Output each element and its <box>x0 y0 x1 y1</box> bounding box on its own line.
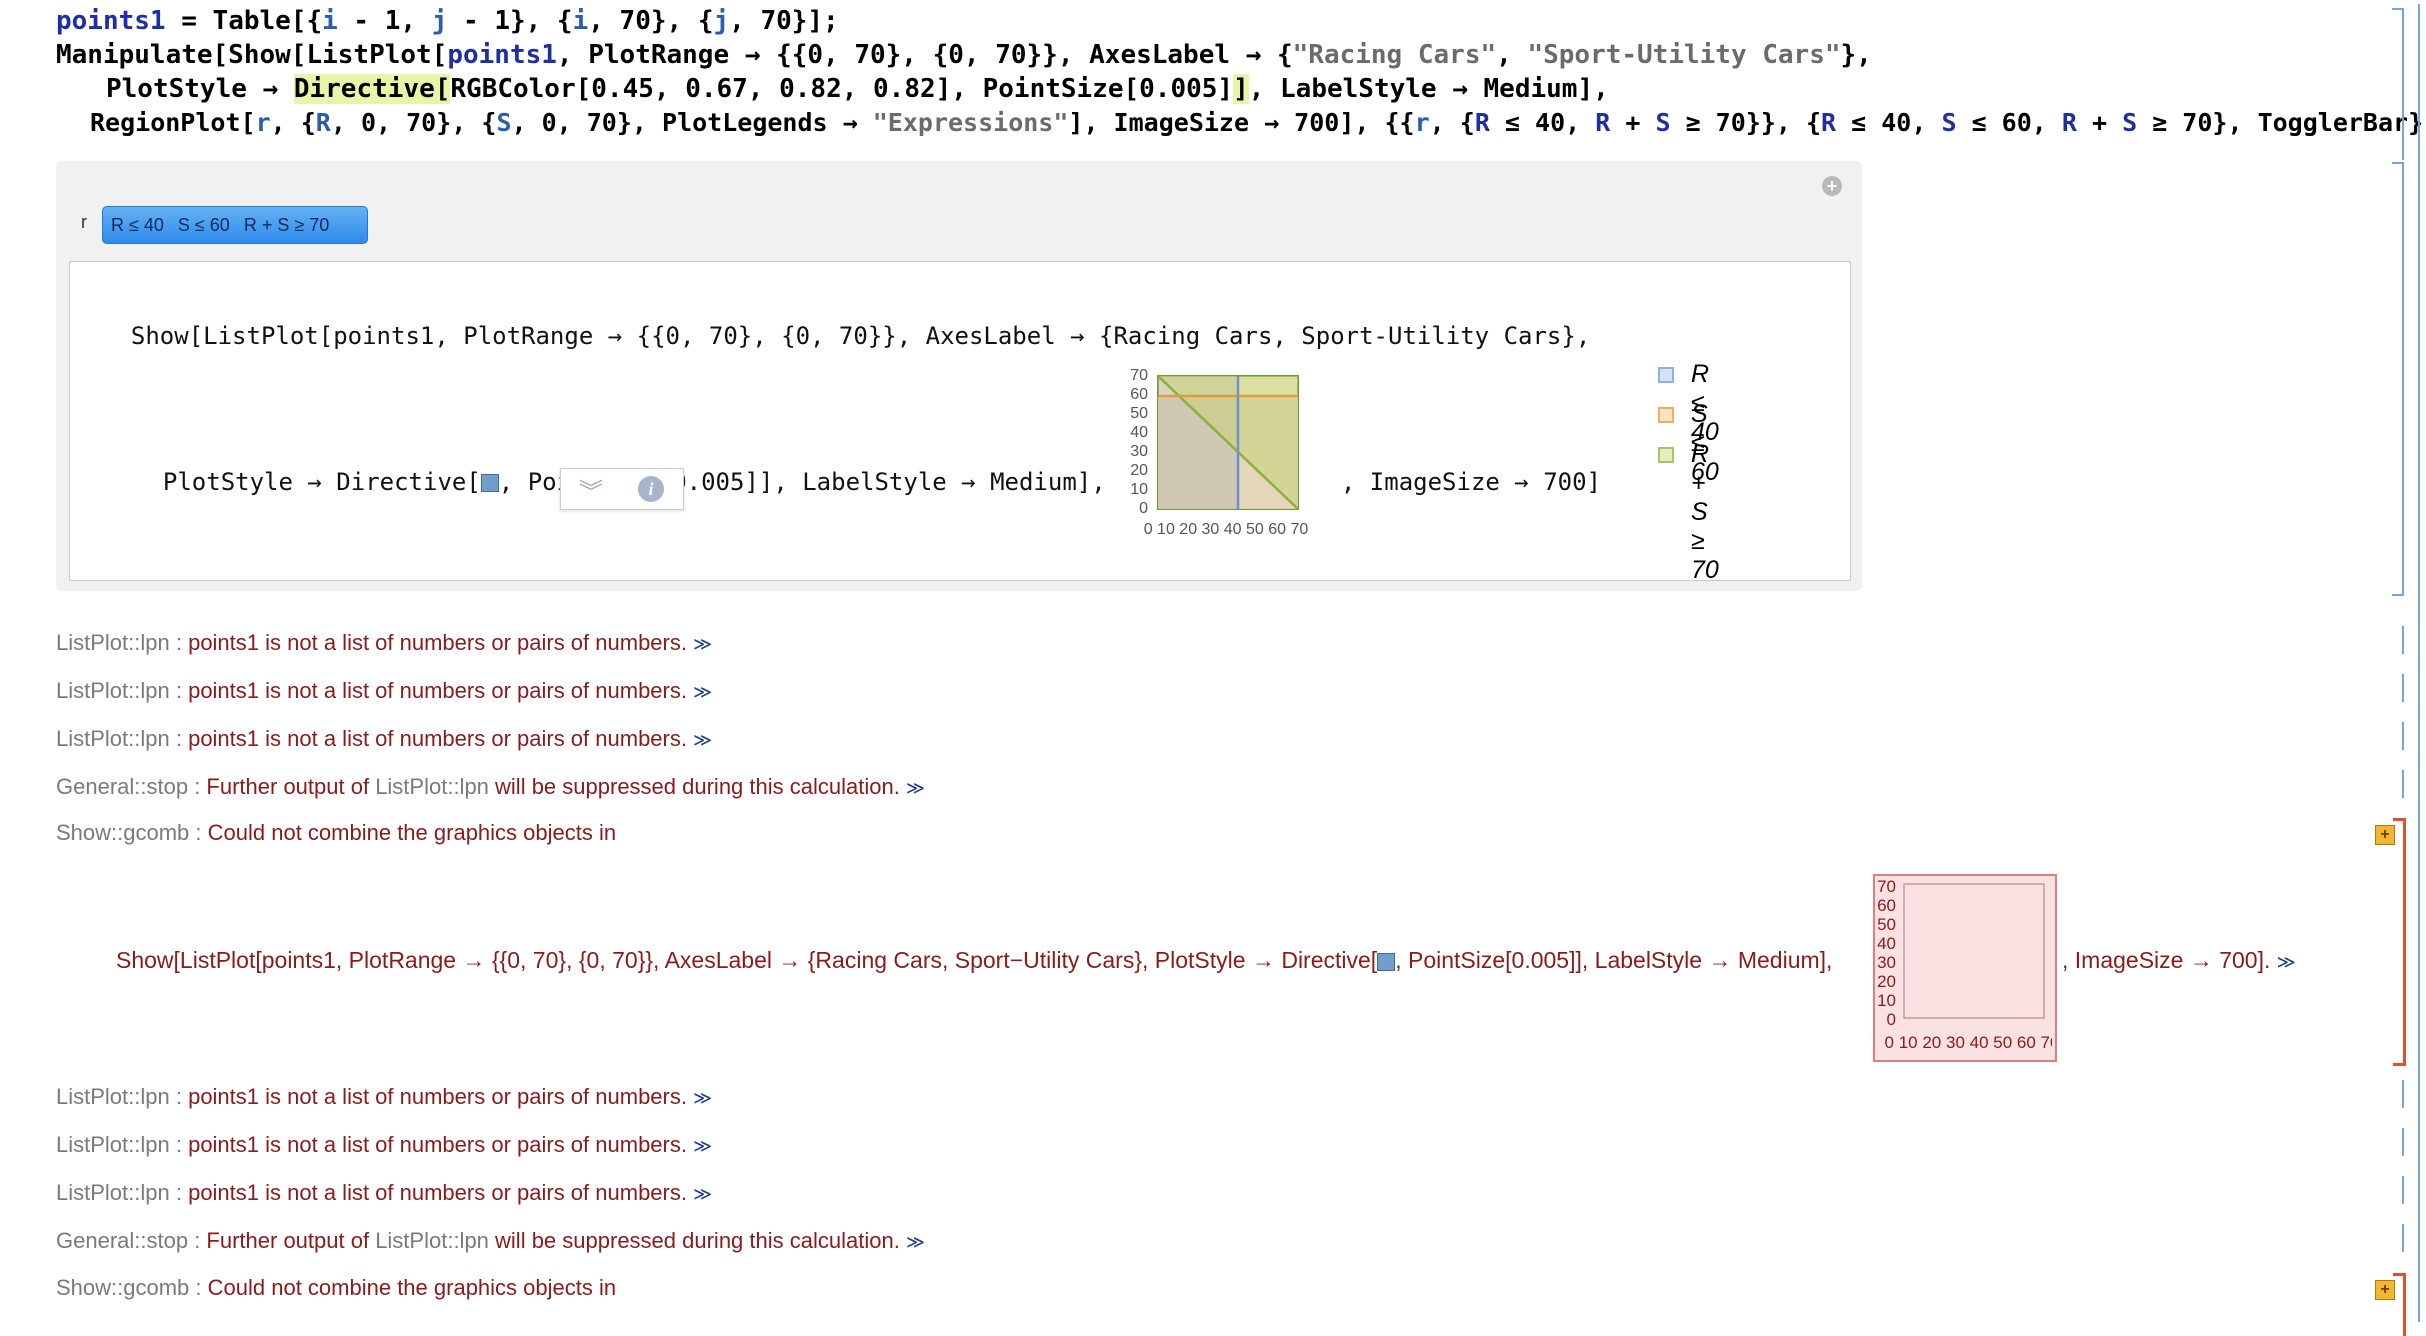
message-lpn-3: ListPlot::lpn : points1 is not a list of… <box>56 726 712 751</box>
err-y-tick-60: 60 <box>1877 896 1896 915</box>
manipulate-options-icon[interactable]: + <box>1822 176 1842 196</box>
error-cell-bracket[interactable] <box>2393 818 2406 1066</box>
legend-swatch-orange <box>1658 407 1674 423</box>
output-line-1: Show[ListPlot[points1, PlotRange → {{0, … <box>130 322 1591 350</box>
x-ticks: 0 10 20 30 40 50 60 70 <box>1144 521 1309 538</box>
more-info-icon[interactable]: ≫ <box>693 634 712 654</box>
message-cell-bracket[interactable] <box>2386 722 2404 750</box>
toggler-bar[interactable]: R ≤ 40 S ≤ 60 R + S ≥ 70 <box>102 206 368 244</box>
expand-cell-icon[interactable]: + <box>2375 825 2395 845</box>
toggle-r-plus-s-ge-70[interactable]: R + S ≥ 70 <box>244 215 329 236</box>
error-expression-end: , ImageSize → 700]. ≫ <box>2062 947 2296 973</box>
y-tick-40: 40 <box>1130 424 1148 441</box>
more-info-icon[interactable]: ≫ <box>906 1232 925 1252</box>
info-icon[interactable]: i <box>621 476 681 502</box>
cell-bracket-input[interactable] <box>2392 8 2404 160</box>
error-cell-bracket[interactable] <box>2393 1273 2406 1336</box>
more-info-icon[interactable]: ≫ <box>693 1184 712 1204</box>
y-tick-20: 20 <box>1130 462 1148 479</box>
message-cell-bracket[interactable] <box>2386 1176 2404 1204</box>
region-plot: 70 60 50 40 30 20 10 0 0 10 20 30 40 50 … <box>1130 367 1309 538</box>
y-tick-30: 30 <box>1130 443 1148 460</box>
more-info-icon[interactable]: ≫ <box>693 682 712 702</box>
cell-bracket-output[interactable] <box>2392 162 2404 596</box>
input-line-1[interactable]: points1 = Table[{i - 1, j - 1}, {i, 70},… <box>56 4 839 38</box>
error-expression: Show[ListPlot[points1, PlotRange → {{0, … <box>116 947 1833 973</box>
more-info-icon[interactable]: ≫ <box>693 730 712 750</box>
message-cell-bracket[interactable] <box>2386 1080 2404 1108</box>
chevron-down-icon[interactable]: ︾ <box>561 472 621 507</box>
message-lpn-2: ListPlot::lpn : points1 is not a list of… <box>56 678 712 703</box>
legend-swatch-blue <box>1658 367 1674 383</box>
more-info-icon[interactable]: ≫ <box>906 778 925 798</box>
input-line-3[interactable]: PlotStyle → Directive[RGBColor[0.45, 0.6… <box>106 72 1609 106</box>
more-info-icon[interactable]: ≫ <box>693 1088 712 1108</box>
rgbcolor-swatch <box>480 474 499 492</box>
err-y-tick-50: 50 <box>1877 915 1896 934</box>
input-line-4[interactable]: RegionPlot[r, {R, 0, 70}, {S, 0, 70}, Pl… <box>90 106 2426 140</box>
y-tick-10: 10 <box>1130 481 1148 498</box>
input-line-2[interactable]: Manipulate[Show[ListPlot[points1, PlotRa… <box>56 38 1872 72</box>
message-lpn-4: ListPlot::lpn : points1 is not a list of… <box>56 1084 712 1109</box>
message-general-stop-1: General::stop : Further output of ListPl… <box>56 774 925 799</box>
y-tick-70: 70 <box>1130 367 1148 384</box>
expand-cell-icon[interactable]: + <box>2375 1280 2395 1300</box>
err-y-tick-70: 70 <box>1877 877 1896 896</box>
message-lpn-5: ListPlot::lpn : points1 is not a list of… <box>56 1132 712 1157</box>
message-gcomb-1: Show::gcomb : Could not combine the grap… <box>56 820 617 845</box>
err-x-ticks: 0 10 20 30 40 50 60 70 <box>1885 1033 2052 1052</box>
toggle-r-le-40[interactable]: R ≤ 40 <box>111 215 164 236</box>
message-lpn-1: ListPlot::lpn : points1 is not a list of… <box>56 630 712 655</box>
y-tick-0: 0 <box>1139 500 1148 517</box>
output-line-2-end: , ImageSize → 700] <box>1340 468 1601 496</box>
message-general-stop-2: General::stop : Further output of ListPl… <box>56 1228 925 1253</box>
message-cell-bracket[interactable] <box>2386 626 2404 654</box>
cell-bracket-group[interactable] <box>2408 4 2420 1322</box>
toggler-control-label: r <box>81 212 87 232</box>
legend-swatch-green <box>1658 447 1674 463</box>
more-info-icon[interactable]: ≫ <box>2277 952 2296 972</box>
y-tick-60: 60 <box>1130 386 1148 403</box>
message-gcomb-2: Show::gcomb : Could not combine the grap… <box>56 1275 617 1300</box>
error-plot: 70 60 50 40 30 20 10 0 0 10 20 30 40 50 … <box>1877 877 2052 1052</box>
message-lpn-6: ListPlot::lpn : points1 is not a list of… <box>56 1180 712 1205</box>
err-y-tick-30: 30 <box>1877 953 1896 972</box>
message-cell-bracket[interactable] <box>2386 770 2404 798</box>
suggestions-bar[interactable]: ︾ i <box>560 468 684 510</box>
err-y-tick-40: 40 <box>1877 934 1896 953</box>
err-y-tick-0: 0 <box>1887 1010 1896 1029</box>
err-y-tick-20: 20 <box>1877 972 1896 991</box>
message-cell-bracket[interactable] <box>2386 1128 2404 1156</box>
message-cell-bracket[interactable] <box>2386 1224 2404 1252</box>
error-plot-frame <box>1903 883 2045 1019</box>
rgbcolor-swatch <box>1377 952 1396 971</box>
message-cell-bracket[interactable] <box>2386 674 2404 702</box>
y-tick-50: 50 <box>1130 405 1148 422</box>
err-y-tick-10: 10 <box>1877 991 1896 1010</box>
more-info-icon[interactable]: ≫ <box>693 1136 712 1156</box>
toggle-s-le-60[interactable]: S ≤ 60 <box>178 215 230 236</box>
